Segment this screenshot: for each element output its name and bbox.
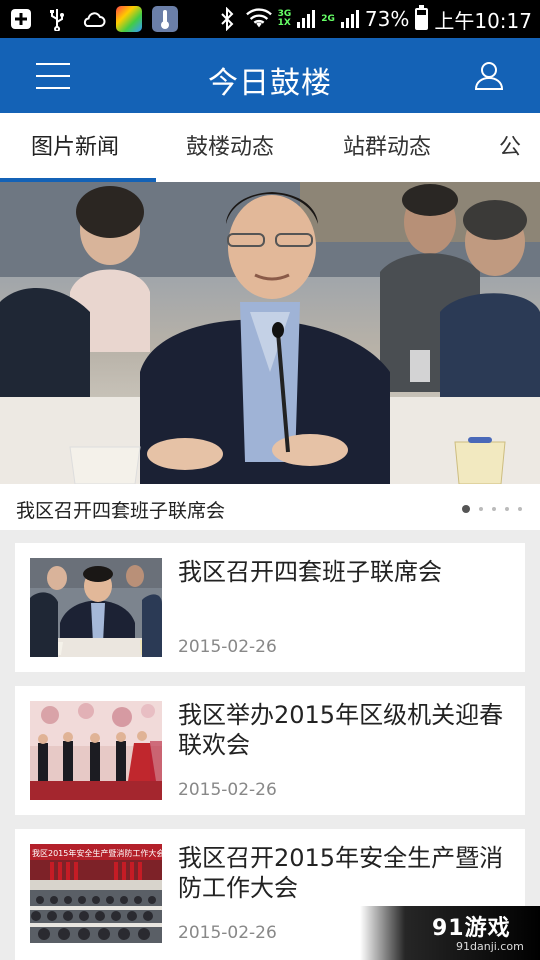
add-notification-icon	[8, 6, 34, 32]
app-bar: 今日鼓楼	[0, 38, 540, 113]
signal-icon-2	[340, 10, 359, 28]
carousel-dot[interactable]	[492, 507, 496, 511]
watermark-logo: 91游戏 91danji.com	[360, 906, 540, 960]
news-date: 2015-02-26	[178, 780, 277, 800]
cloud-icon	[80, 6, 106, 32]
watermark-site: 91danji.com	[456, 940, 524, 953]
carousel-dot[interactable]	[479, 507, 483, 511]
tab-gulou-news[interactable]: 鼓楼动态	[186, 113, 274, 182]
thumb-banner-text: 我区2015年安全生产暨消防工作大会	[32, 848, 162, 858]
carousel-dot[interactable]	[462, 505, 470, 513]
news-date: 2015-02-26	[178, 923, 277, 943]
news-list-item[interactable]: 我区召开四套班子联席会 2015-02-26	[15, 543, 525, 672]
news-title: 我区召开四套班子联席会	[178, 558, 442, 586]
tab-photo-news[interactable]: 图片新闻	[31, 113, 119, 182]
banner-caption-bar: 我区召开四套班子联席会	[0, 484, 540, 530]
news-thumbnail	[30, 701, 162, 800]
tab-announcements[interactable]: 公示	[499, 113, 540, 182]
news-title: 我区召开2015年安全生产暨消防工作大会	[178, 844, 504, 902]
news-date: 2015-02-26	[178, 637, 277, 657]
app-title: 今日鼓楼	[208, 66, 332, 101]
network-type-3g-1x: 3G 1X	[277, 9, 292, 28]
app-notification-icon	[116, 6, 142, 32]
tab-site-group-news[interactable]: 站群动态	[343, 113, 431, 182]
photo-news-carousel[interactable]: 我区召开四套班子联席会	[0, 182, 540, 530]
user-profile-icon[interactable]	[474, 60, 504, 90]
category-tabs: 图片新闻 鼓楼动态 站群动态 公示	[0, 113, 540, 182]
news-title: 我区举办2015年区级机关迎春联欢会	[178, 701, 504, 759]
carousel-dot[interactable]	[518, 507, 522, 511]
banner-photo	[0, 182, 540, 484]
news-list-item[interactable]: 我区举办2015年区级机关迎春联欢会 2015-02-26	[15, 686, 525, 815]
battery-percent: 73%	[364, 7, 410, 31]
status-bar: 3G 1X 2G 73% 上午10:17	[0, 0, 540, 38]
clock: 上午10:17	[434, 8, 532, 33]
watermark-brand: 91游戏	[432, 916, 511, 941]
bluetooth-icon	[214, 6, 240, 32]
news-thumbnail	[30, 558, 162, 657]
carousel-indicator	[462, 505, 522, 513]
carousel-dot[interactable]	[505, 507, 509, 511]
signal-icon-1	[297, 10, 316, 28]
thermometer-app-icon	[152, 6, 178, 32]
banner-caption: 我区召开四套班子联席会	[16, 500, 226, 522]
usb-icon	[44, 6, 70, 32]
network-type-2g: 2G	[321, 13, 335, 24]
news-thumbnail: 我区2015年安全生产暨消防工作大会	[30, 844, 162, 943]
wifi-icon	[245, 6, 272, 32]
battery-icon	[415, 5, 429, 30]
